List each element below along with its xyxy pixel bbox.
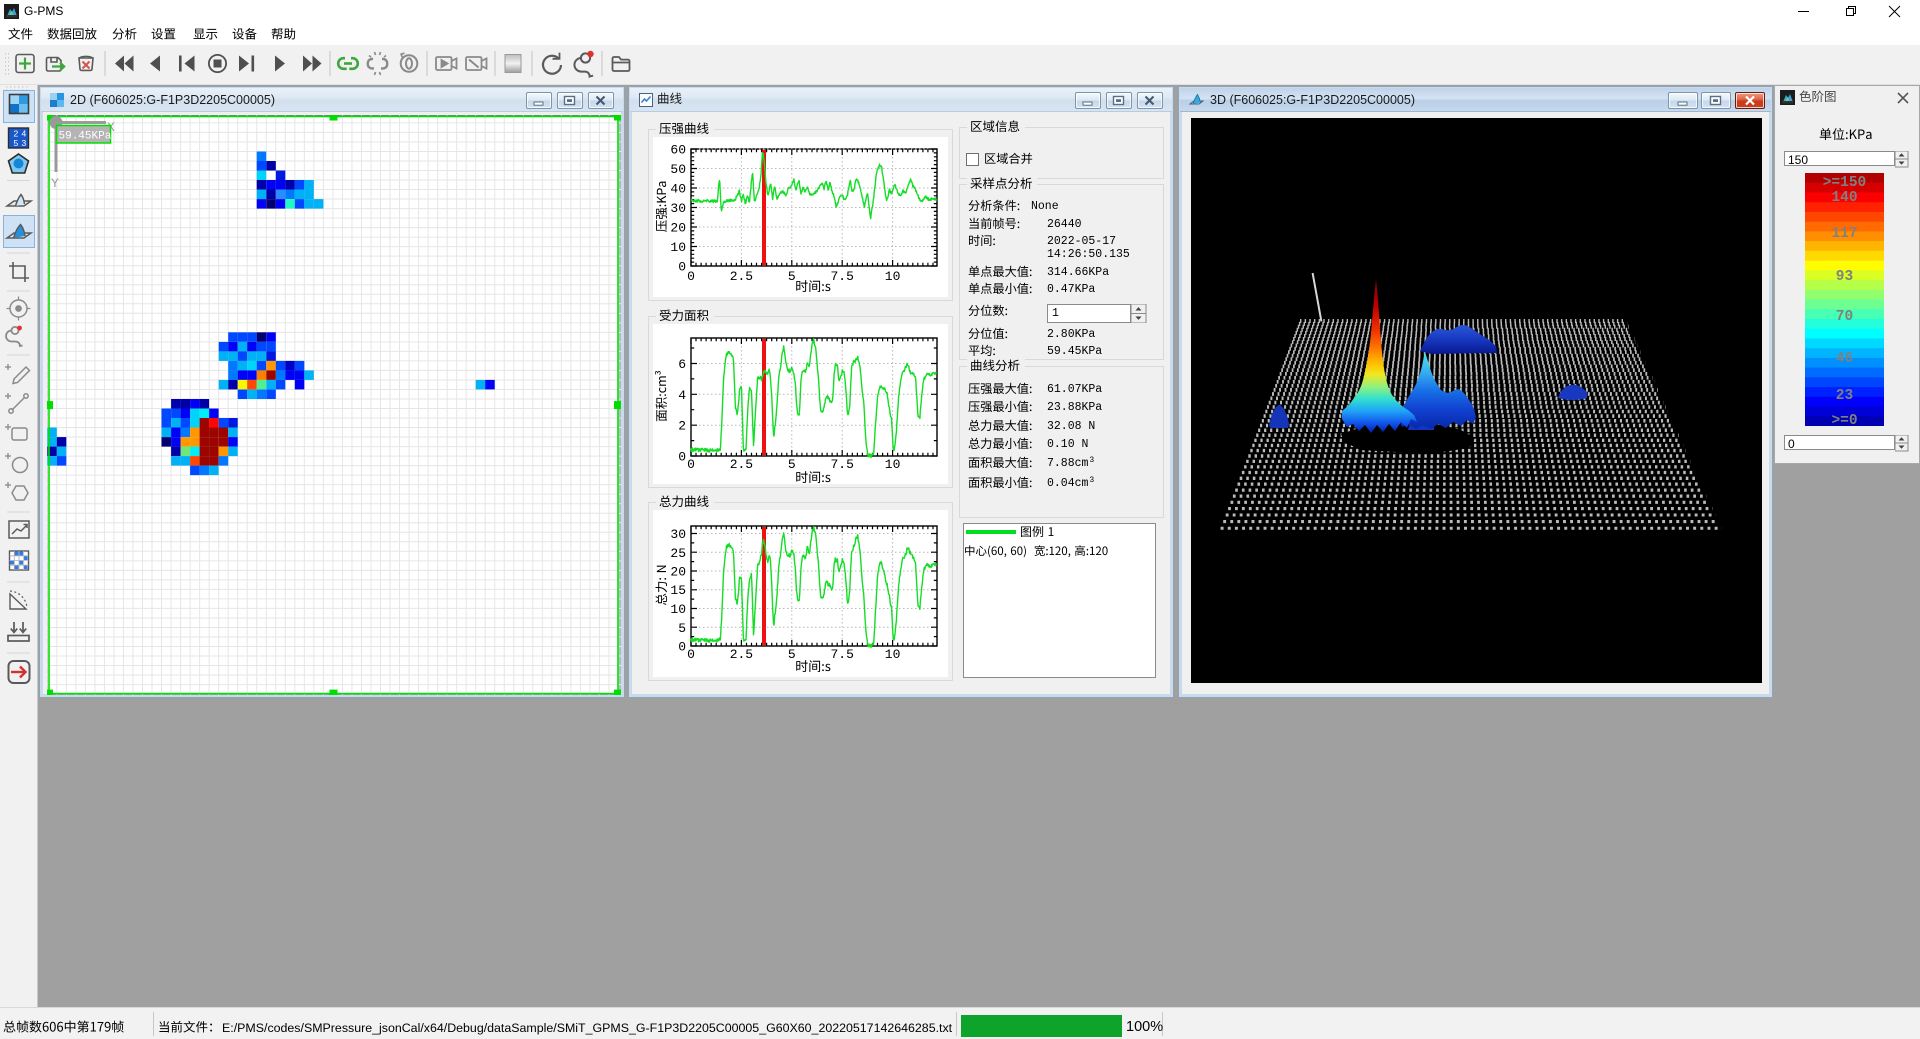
svg-text:5: 5	[678, 621, 686, 636]
svg-text:>=0: >=0	[1831, 413, 1857, 426]
svg-text:60: 60	[670, 143, 686, 158]
svg-text:0: 0	[687, 647, 695, 662]
svg-text:70: 70	[1836, 309, 1853, 325]
svg-text:6: 6	[678, 357, 686, 372]
svg-text:23: 23	[1836, 388, 1853, 404]
svg-text:30: 30	[670, 527, 686, 542]
svg-text:0: 0	[687, 269, 695, 284]
svg-text:46: 46	[1836, 351, 1853, 367]
svg-text:10: 10	[885, 647, 901, 662]
svg-text:20: 20	[670, 565, 686, 580]
svg-text:7.5: 7.5	[830, 647, 853, 662]
svg-text:20: 20	[670, 221, 686, 236]
svg-text:2: 2	[678, 419, 686, 434]
svg-text:10: 10	[885, 457, 901, 472]
svg-text:93: 93	[1836, 269, 1853, 285]
svg-text:5: 5	[14, 138, 19, 148]
svg-text:40: 40	[670, 182, 686, 197]
svg-text:59.45KPa: 59.45KPa	[58, 131, 111, 143]
svg-text:0: 0	[678, 260, 686, 275]
svg-text:4: 4	[22, 129, 27, 139]
svg-text:2.5: 2.5	[730, 647, 753, 662]
svg-text:25: 25	[670, 546, 686, 561]
svg-text:5: 5	[788, 457, 796, 472]
svg-text:2.5: 2.5	[730, 457, 753, 472]
svg-text:50: 50	[670, 162, 686, 177]
svg-text:5: 5	[788, 647, 796, 662]
svg-text:0: 0	[678, 450, 686, 465]
svg-text:7.5: 7.5	[830, 457, 853, 472]
svg-text:4: 4	[678, 388, 686, 403]
svg-text:7.5: 7.5	[830, 269, 853, 284]
svg-text:15: 15	[670, 583, 686, 598]
svg-text:10: 10	[885, 269, 901, 284]
svg-text:30: 30	[670, 201, 686, 216]
svg-text:Y: Y	[51, 176, 59, 191]
svg-text:140: 140	[1831, 190, 1857, 206]
svg-text:>=150: >=150	[1823, 175, 1867, 191]
svg-text:3: 3	[22, 138, 27, 148]
svg-text:5: 5	[788, 269, 796, 284]
svg-text:2: 2	[14, 129, 19, 139]
svg-text:10: 10	[670, 602, 686, 617]
svg-text:10: 10	[670, 240, 686, 255]
svg-text:0: 0	[687, 457, 695, 472]
svg-text:2.5: 2.5	[730, 269, 753, 284]
svg-text:0: 0	[678, 640, 686, 655]
svg-text:117: 117	[1831, 226, 1857, 242]
